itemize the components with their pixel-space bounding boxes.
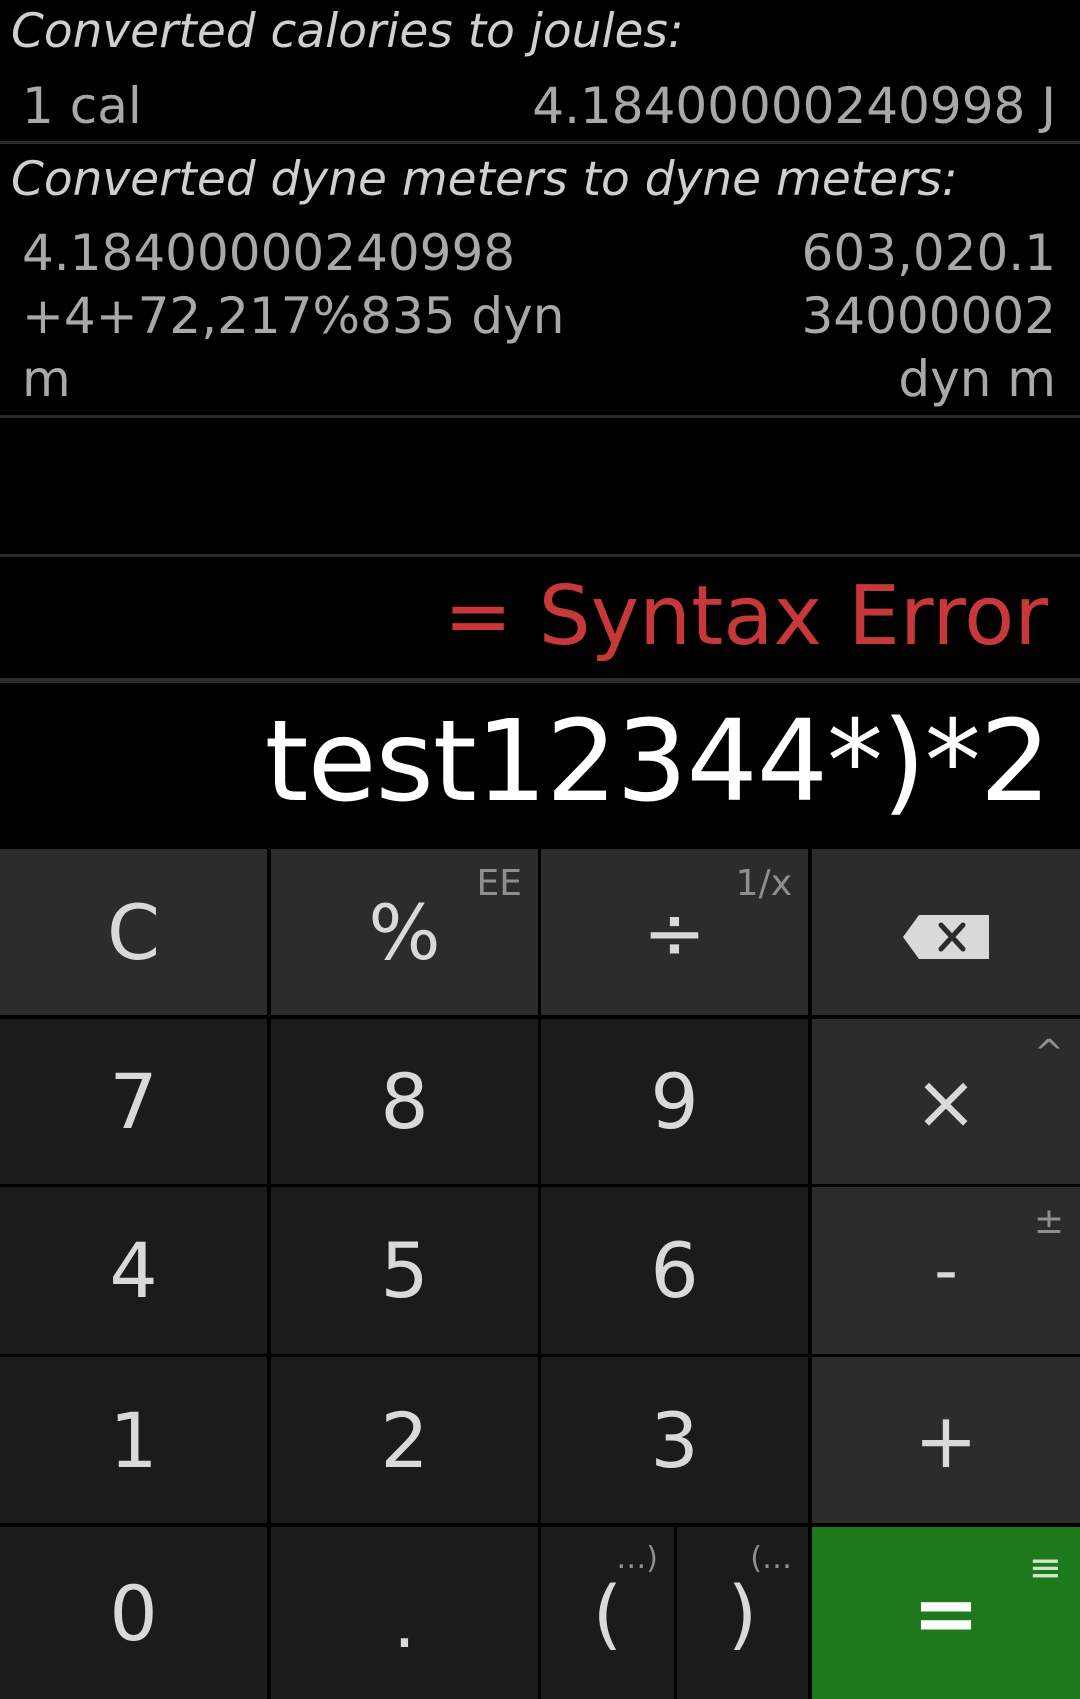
key-label: 8 [380, 1057, 429, 1146]
history-entry-title: Converted calories to joules: [11, 4, 684, 59]
clear-button[interactable]: C [0, 849, 267, 1015]
digit-4-button[interactable]: 4 [0, 1187, 267, 1354]
history-entry-output: 4.18400000240998 J [532, 77, 1056, 135]
key-label: + [914, 1395, 978, 1485]
key-label: 9 [650, 1057, 699, 1146]
key-label: 2 [380, 1395, 429, 1485]
digit-2-button[interactable]: 2 [271, 1357, 538, 1523]
open-paren-button[interactable]: (…) [541, 1527, 674, 1699]
key-label: = [912, 1566, 980, 1660]
key-label: C [106, 887, 161, 977]
digit-5-button[interactable]: 5 [271, 1187, 538, 1354]
key-label: 0 [109, 1568, 158, 1658]
plus-button[interactable]: + [812, 1357, 1080, 1523]
key-secondary-label: 1/x [735, 863, 792, 904]
result-display: = Syntax Error [0, 557, 1080, 679]
digit-3-button[interactable]: 3 [541, 1357, 808, 1523]
digit-0-button[interactable]: 0 [0, 1527, 267, 1699]
key-secondary-label: EE [476, 863, 523, 904]
history-entry-title: Converted dyne meters to dyne meters: [11, 152, 958, 207]
key-label: ÷ [642, 887, 707, 977]
digit-1-button[interactable]: 1 [0, 1357, 267, 1523]
key-secondary-label: (… [750, 1541, 792, 1576]
decimal-point-button[interactable]: . [271, 1527, 538, 1699]
key-label: ) [727, 1568, 758, 1658]
key-label: 5 [380, 1226, 429, 1315]
digit-6-button[interactable]: 6 [541, 1187, 808, 1354]
key-label: - [934, 1232, 958, 1309]
percent-button[interactable]: % EE [271, 849, 538, 1015]
history-panel[interactable]: Converted calories to joules: 1 cal 4.18… [0, 0, 1080, 557]
multiply-button[interactable]: × ^ [812, 1019, 1080, 1184]
backspace-icon [903, 888, 989, 977]
minus-button[interactable]: - ± [812, 1187, 1080, 1354]
digit-7-button[interactable]: 7 [0, 1019, 267, 1184]
digit-9-button[interactable]: 9 [541, 1019, 808, 1184]
expression-text[interactable]: test12344*)*2 [265, 697, 1051, 827]
digit-8-button[interactable]: 8 [271, 1019, 538, 1184]
key-label: 4 [109, 1226, 158, 1315]
divide-button[interactable]: ÷ 1/x [541, 849, 808, 1015]
expression-display[interactable]: test12344*)*2 [0, 683, 1080, 848]
key-label: . [393, 1582, 416, 1664]
key-secondary-label: …) [616, 1541, 658, 1576]
history-entry[interactable]: Converted dyne meters to dyne meters: 4.… [0, 144, 1080, 418]
key-label: ( [592, 1568, 623, 1658]
result-text: = Syntax Error [443, 569, 1048, 664]
backspace-button[interactable] [812, 849, 1080, 1015]
key-label: 3 [650, 1395, 699, 1485]
equals-button[interactable]: = ≡ [812, 1527, 1080, 1699]
key-label: × [914, 1057, 978, 1146]
key-label: 6 [650, 1226, 699, 1315]
keypad: C% EE ÷ 1/x 7 8 9 × ^ 4 5 6- ±1 2 3 +0.(…)) (… = ≡ [0, 848, 1080, 1699]
key-label: 1 [109, 1395, 158, 1485]
close-paren-button[interactable]: ) (… [677, 1527, 808, 1699]
history-entry[interactable]: Converted calories to joules: 1 cal 4.18… [0, 0, 1080, 144]
history-entry-input: 4.18400000240998 +4+72,217%835 dyn m [22, 224, 565, 408]
history-entry-input: 1 cal [22, 77, 142, 135]
key-label: 7 [109, 1057, 158, 1146]
key-secondary-label: ^ [1033, 1033, 1064, 1074]
key-secondary-label: ± [1033, 1201, 1064, 1242]
history-entry-output: 603,020.1 34000002 dyn m [801, 224, 1057, 408]
key-label: % [368, 887, 441, 977]
key-secondary-label: ≡ [1028, 1545, 1062, 1591]
